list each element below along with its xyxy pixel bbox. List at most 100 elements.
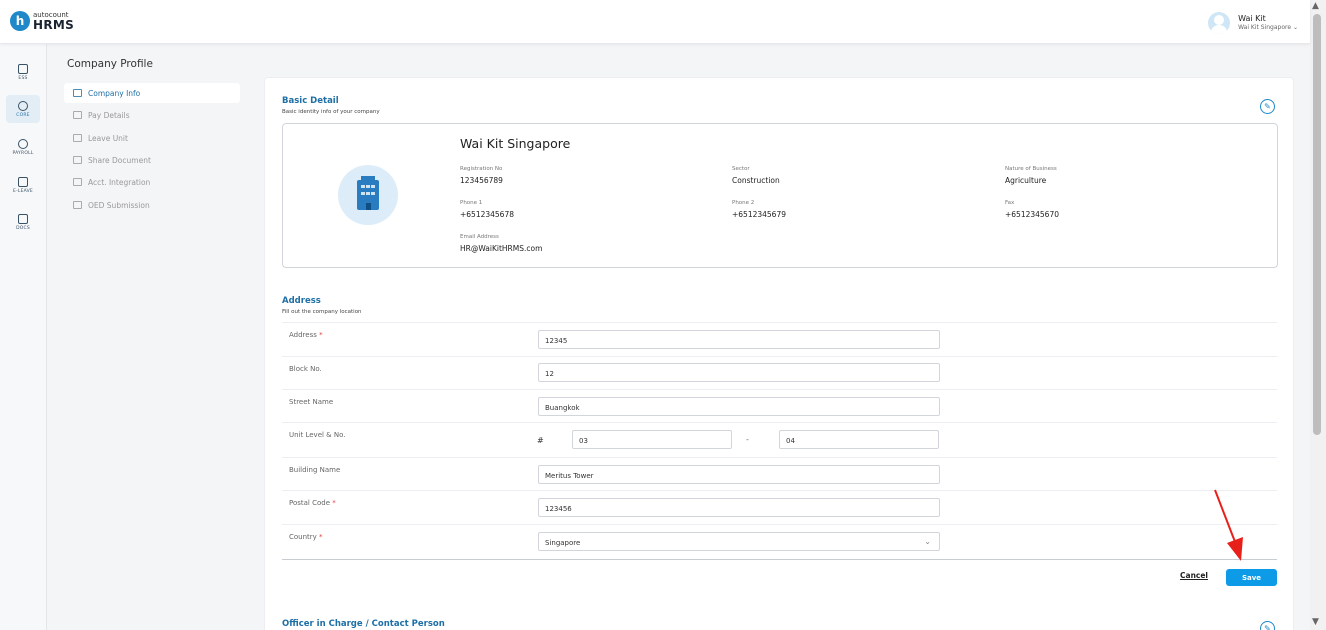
unit-no-input[interactable]: 04 xyxy=(779,430,939,449)
divider xyxy=(282,559,1277,560)
registration-value: 123456789 xyxy=(460,176,503,185)
subnav-item-leave-unit[interactable]: Leave Unit xyxy=(64,128,240,148)
rail-item-ess[interactable]: ESS xyxy=(6,58,40,86)
ess-icon xyxy=(18,63,28,74)
pencil-icon: ✎ xyxy=(1264,624,1271,630)
basic-detail-subtitle: Basic identity info of your company xyxy=(282,109,380,115)
phone1-value: +6512345678 xyxy=(460,210,515,219)
unit-hash: # xyxy=(537,436,544,445)
rail-label: ESS xyxy=(18,75,28,81)
subnav-label: Share Document xyxy=(88,155,151,165)
block-input[interactable]: 12 xyxy=(538,363,940,382)
building-row: Building Name Meritus Tower xyxy=(282,457,1277,491)
subnav-label: Acct. Integration xyxy=(88,177,151,187)
nature-label: Nature of Business xyxy=(1005,166,1057,172)
address-input[interactable]: 12345 xyxy=(538,330,940,349)
scroll-down-icon[interactable]: ▼ xyxy=(1312,617,1319,627)
address-label: Address * xyxy=(289,331,323,339)
sub-navigation: Company Profile Company Info Pay Details… xyxy=(47,44,247,630)
rail-item-docs[interactable]: DOCS xyxy=(6,208,40,236)
edit-officer-button[interactable]: ✎ xyxy=(1260,621,1275,630)
postal-input[interactable]: 123456 xyxy=(538,498,940,517)
scrollbar[interactable]: ▲ ▼ xyxy=(1310,0,1326,630)
scroll-up-icon[interactable]: ▲ xyxy=(1312,1,1319,11)
address-row: Address * 12345 xyxy=(282,322,1277,356)
rail-item-e-leave[interactable]: E-LEAVE xyxy=(6,171,40,199)
country-select[interactable]: Singapore ⌄ xyxy=(538,532,940,551)
subnav-item-share-document[interactable]: Share Document xyxy=(64,150,240,170)
cancel-button[interactable]: Cancel xyxy=(1180,571,1208,580)
sector-value: Construction xyxy=(732,176,780,185)
logo-badge-icon: h xyxy=(10,11,30,31)
subnav-item-pay-details[interactable]: Pay Details xyxy=(64,105,240,125)
user-name: Wai Kit xyxy=(1238,14,1266,24)
submission-icon xyxy=(73,201,82,209)
annotation-arrow-icon xyxy=(1214,489,1243,561)
email-label: Email Address xyxy=(460,234,499,240)
email-value: HR@WaiKitHRMS.com xyxy=(460,244,543,253)
core-icon xyxy=(18,100,28,111)
address-title: Address xyxy=(282,296,321,306)
basic-detail-title: Basic Detail xyxy=(282,96,339,106)
edit-basic-button[interactable]: ✎ xyxy=(1260,99,1275,114)
rail-label: PAYROLL xyxy=(12,150,34,156)
country-row: Country * Singapore ⌄ xyxy=(282,524,1277,558)
fax-label: Fax xyxy=(1005,200,1015,206)
bank-icon xyxy=(73,89,82,97)
street-label: Street Name xyxy=(289,398,334,406)
phone1-label: Phone 1 xyxy=(460,200,483,206)
officer-title: Officer in Charge / Contact Person xyxy=(282,619,445,629)
docs-icon xyxy=(18,213,28,224)
subnav-label: Leave Unit xyxy=(88,133,128,143)
page-title: Company Profile xyxy=(67,58,153,70)
block-label: Block No. xyxy=(289,365,322,373)
subnav-item-oed-submission[interactable]: OED Submission xyxy=(64,195,240,215)
rail-item-core[interactable]: CORE xyxy=(6,95,40,123)
sector-label: Sector xyxy=(732,166,750,172)
share-document-icon xyxy=(73,156,82,164)
postal-label: Postal Code * xyxy=(289,499,336,507)
building-label: Building Name xyxy=(289,466,341,474)
top-bar: h autocount HRMS Wai Kit Wai Kit Singapo… xyxy=(0,0,1310,44)
phone2-label: Phone 2 xyxy=(732,200,755,206)
unit-dash: - xyxy=(746,435,749,444)
user-menu[interactable]: Wai Kit Wai Kit Singapore ⌄ xyxy=(1208,12,1298,34)
street-input[interactable]: Buangkok xyxy=(538,397,940,416)
company-building-icon xyxy=(338,165,398,225)
company-name: Wai Kit Singapore xyxy=(460,136,571,151)
unit-level-input[interactable]: 03 xyxy=(572,430,732,449)
module-rail: ESS CORE PAYROLL E-LEAVE DOCS xyxy=(0,44,47,630)
calendar-icon xyxy=(73,134,82,142)
rail-item-payroll[interactable]: PAYROLL xyxy=(6,133,40,161)
basic-detail-box: Wai Kit Singapore Registration No 123456… xyxy=(282,123,1278,268)
user-company: Wai Kit Singapore xyxy=(1238,23,1292,31)
save-button[interactable]: Save xyxy=(1226,569,1277,586)
avatar xyxy=(1208,12,1231,34)
logo-big-text: HRMS xyxy=(33,17,75,32)
subnav-item-company-info[interactable]: Company Info xyxy=(64,83,240,103)
building-input[interactable]: Meritus Tower xyxy=(538,465,940,484)
subnav-label: Company Info xyxy=(88,88,141,98)
chevron-down-icon: ⌄ xyxy=(1292,23,1298,31)
nature-value: Agriculture xyxy=(1005,176,1047,185)
street-row: Street Name Buangkok xyxy=(282,389,1277,423)
unit-row: Unit Level & No. # 03 - 04 xyxy=(282,422,1277,456)
scrollbar-thumb[interactable] xyxy=(1313,14,1321,435)
calendar-icon xyxy=(18,176,28,187)
company-info-card: Basic Detail Basic identity info of your… xyxy=(264,77,1294,630)
country-value: Singapore xyxy=(545,539,581,547)
document-icon xyxy=(73,111,82,119)
subnav-item-acct-integration[interactable]: Acct. Integration xyxy=(64,172,240,192)
block-row: Block No. 12 xyxy=(282,356,1277,390)
unit-label: Unit Level & No. xyxy=(289,431,346,439)
pencil-icon: ✎ xyxy=(1264,102,1271,111)
payroll-icon xyxy=(18,138,28,149)
app-logo[interactable]: h autocount HRMS xyxy=(10,11,74,31)
postal-row: Postal Code * 123456 xyxy=(282,490,1277,524)
address-subtitle: Fill out the company location xyxy=(282,309,362,315)
rail-label: CORE xyxy=(16,112,30,118)
country-label: Country * xyxy=(289,533,323,541)
subnav-label: Pay Details xyxy=(88,110,130,120)
fax-value: +6512345670 xyxy=(1005,210,1060,219)
registration-label: Registration No xyxy=(460,166,503,172)
